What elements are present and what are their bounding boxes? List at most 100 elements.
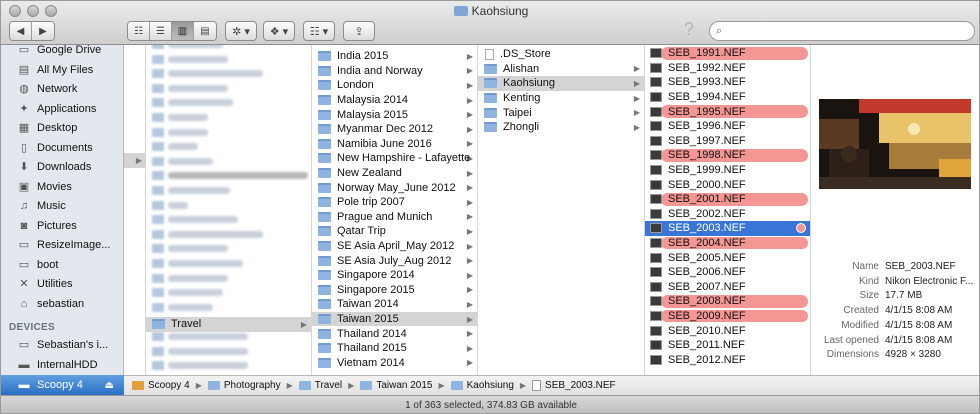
sidebar-item-music[interactable]: ♫ Music	[1, 196, 124, 215]
column-3-row-label: Qatar Trip	[337, 225, 386, 238]
file-row[interactable]: SEB_1997.NEF	[645, 134, 810, 149]
file-row[interactable]: SEB_2001.NEF	[645, 192, 810, 207]
column-3-row[interactable]: New Zealand ▶	[312, 166, 477, 181]
column-3-row[interactable]: India 2015 ▶	[312, 49, 477, 64]
info-key: Name	[852, 261, 879, 272]
sidebar-item-boot[interactable]: ▭ boot	[1, 255, 124, 274]
sidebar-item-documents[interactable]: ▯ Documents	[1, 138, 124, 157]
list-view-button[interactable]: ☰	[150, 22, 172, 40]
file-row[interactable]: SEB_2011.NEF	[645, 338, 810, 353]
forward-button[interactable]: ▶	[32, 22, 54, 40]
column-3-row-label: Singapore 2014	[337, 269, 415, 282]
sidebar-item-sebastian[interactable]: ⌂ sebastian	[1, 294, 124, 313]
file-row[interactable]: SEB_1991.NEF	[645, 46, 810, 61]
search-input[interactable]: ⌕	[709, 21, 975, 41]
column-3-row[interactable]: Prague and Munich ▶	[312, 210, 477, 225]
eject-icon[interactable]: ⏏	[105, 380, 114, 391]
folder-icon	[318, 328, 331, 339]
column-4-row[interactable]: Zhongli ▶	[478, 120, 644, 135]
sidebar-item-utilities[interactable]: ✕ Utilities	[1, 274, 124, 293]
column-3-row[interactable]: India and Norway ▶	[312, 64, 477, 79]
column-3-row[interactable]: Vietnam 2014 ▶	[312, 356, 477, 371]
column-4-row[interactable]: Alishan ▶	[478, 62, 644, 77]
column-3-row[interactable]: Pole trip 2007 ▶	[312, 195, 477, 210]
sidebar-item-resizeimage[interactable]: ▭ ResizeImage...	[1, 235, 124, 254]
column-2-row-travel[interactable]: Travel ▶	[146, 317, 311, 332]
file-row[interactable]: SEB_2005.NEF	[645, 250, 810, 265]
file-row[interactable]: SEB_1993.NEF	[645, 75, 810, 90]
file-row[interactable]: SEB_2010.NEF	[645, 323, 810, 338]
column-4-row[interactable]: .DS_Store	[478, 47, 644, 62]
share-button[interactable]: ⇪	[343, 21, 375, 41]
help-icon[interactable]: ?	[684, 19, 694, 40]
file-row[interactable]: SEB_2004.NEF	[645, 236, 810, 251]
sidebar-item-downloads[interactable]: ⬇ Downloads	[1, 157, 124, 176]
column-3-row[interactable]: Thailand 2015 ▶	[312, 341, 477, 356]
path-crumb[interactable]: Travel	[298, 380, 343, 391]
file-row[interactable]: SEB_2009.NEF	[645, 309, 810, 324]
blurred-folder-icon	[152, 54, 164, 64]
column-3-row[interactable]: Qatar Trip ▶	[312, 224, 477, 239]
column-3-row[interactable]: Singapore 2015 ▶	[312, 283, 477, 298]
file-row[interactable]: SEB_2008.NEF	[645, 294, 810, 309]
column-4-row[interactable]: Taipei ▶	[478, 105, 644, 120]
column-4-row[interactable]: Kenting ▶	[478, 91, 644, 106]
column-3-row[interactable]: Namibia June 2016 ▶	[312, 137, 477, 152]
blurred-folder-name	[168, 172, 308, 180]
sidebar-item-pictures[interactable]: ◙ Pictures	[1, 216, 124, 235]
icon-view-button[interactable]: ☷	[128, 22, 150, 40]
file-row[interactable]: SEB_2012.NEF	[645, 353, 810, 368]
path-crumb-label: SEB_2003.NEF	[545, 380, 616, 391]
sidebar-item-all-my-files[interactable]: ▤ All My Files	[1, 60, 124, 79]
column-3-row[interactable]: Malaysia 2015 ▶	[312, 107, 477, 122]
sidebar-item-movies[interactable]: ▣ Movies	[1, 177, 124, 196]
back-button[interactable]: ◀	[10, 22, 32, 40]
column-3-row[interactable]: Norway May_June 2012 ▶	[312, 180, 477, 195]
file-row[interactable]: SEB_1996.NEF	[645, 119, 810, 134]
file-row[interactable]: SEB_2007.NEF	[645, 280, 810, 295]
column-3-row[interactable]: Malaysia 2014 ▶	[312, 93, 477, 108]
folder-icon	[318, 284, 331, 295]
path-crumb[interactable]: Taiwan 2015	[360, 380, 432, 391]
sidebar-item-computer[interactable]: ▭ Sebastian's i...	[1, 335, 124, 354]
action-menu-button[interactable]: ✲ ▾	[225, 21, 257, 41]
file-row[interactable]: SEB_1999.NEF	[645, 163, 810, 178]
path-crumb[interactable]: SEB_2003.NEF	[532, 380, 616, 391]
dropbox-menu-button[interactable]: ❖ ▾	[263, 21, 295, 41]
file-row[interactable]: SEB_1994.NEF	[645, 90, 810, 105]
sidebar-item-network[interactable]: ◍ Network	[1, 79, 124, 98]
column-3-row[interactable]: Thailand 2014 ▶	[312, 326, 477, 341]
column-1-selected-row[interactable]: ▶	[124, 153, 145, 168]
file-row[interactable]: SEB_2003.NEF	[645, 221, 810, 236]
file-row[interactable]: SEB_1998.NEF	[645, 148, 810, 163]
cover-flow-button[interactable]: ▤	[194, 22, 216, 40]
image-file-icon	[650, 62, 662, 73]
column-3-row[interactable]: New Hampshire - Lafayette ▶	[312, 151, 477, 166]
sidebar-item-applications[interactable]: ✦ Applications	[1, 99, 124, 118]
column-3-row[interactable]: Taiwan 2014 ▶	[312, 297, 477, 312]
column-3-row[interactable]: Taiwan 2015 ▶	[312, 311, 477, 327]
column-view-button[interactable]: ▥	[172, 22, 194, 40]
image-file-icon	[650, 179, 662, 190]
sidebar-item-internalhdd[interactable]: ▬ InternalHDD	[1, 355, 124, 374]
path-crumb[interactable]: Scoopy 4	[132, 380, 190, 391]
column-4-row[interactable]: Kaohsiung ▶	[478, 76, 644, 91]
path-crumb[interactable]: Photography	[207, 380, 281, 391]
file-row[interactable]: SEB_2000.NEF	[645, 177, 810, 192]
column-3-row[interactable]: London ▶	[312, 78, 477, 93]
file-row[interactable]: SEB_1992.NEF	[645, 61, 810, 76]
sidebar-item-desktop[interactable]: ▦ Desktop	[1, 118, 124, 137]
column-3-row[interactable]: SE Asia July_Aug 2012 ▶	[312, 253, 477, 268]
column-3-row[interactable]: Singapore 2014 ▶	[312, 268, 477, 283]
file-row[interactable]: SEB_2006.NEF	[645, 265, 810, 280]
sidebar-item-google-drive[interactable]: ▭ Google Drive	[1, 40, 124, 59]
sidebar-item-scoopy-4[interactable]: ▬ Scoopy 4 ⏏	[1, 375, 124, 395]
column-3-row[interactable]: SE Asia April_May 2012 ▶	[312, 239, 477, 254]
document-icon	[532, 380, 542, 391]
file-row[interactable]: SEB_2002.NEF	[645, 207, 810, 222]
path-crumb[interactable]: Kaohsiung	[450, 380, 514, 391]
arrange-menu-button[interactable]: ☷ ▾	[303, 21, 335, 41]
file-row[interactable]: SEB_1995.NEF	[645, 104, 810, 119]
column-3-row[interactable]: Myanmar Dec 2012 ▶	[312, 122, 477, 137]
path-crumb-label: Travel	[314, 380, 343, 391]
